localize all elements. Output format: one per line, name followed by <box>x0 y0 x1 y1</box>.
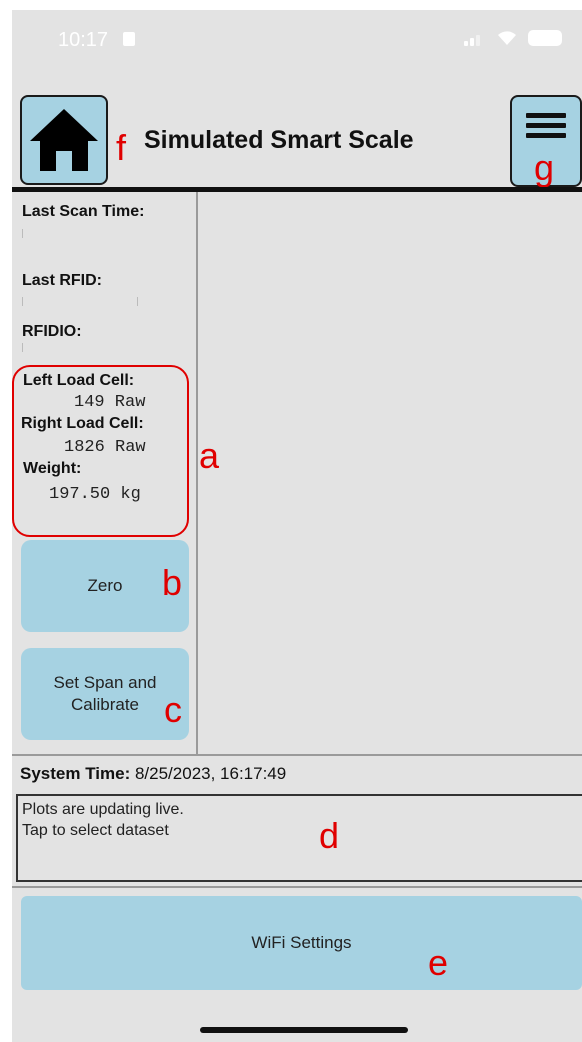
lock-icon <box>123 32 135 46</box>
wifi-settings-button[interactable]: WiFi Settings <box>21 896 582 990</box>
weight-value: 197.50 kg <box>49 485 141 504</box>
annotation-g: g <box>534 147 555 188</box>
battery-icon <box>528 30 562 46</box>
message-line: Tap to select dataset <box>22 822 169 839</box>
right-load-cell-label: Right Load Cell: <box>21 415 144 432</box>
signal-icon <box>464 32 484 46</box>
divider <box>12 754 582 756</box>
annotation-f: f <box>116 127 127 168</box>
last-rfid-label: Last RFID: <box>22 272 102 289</box>
home-icon <box>30 109 98 171</box>
status-time: 10:17 <box>58 29 109 51</box>
hamburger-menu-icon <box>526 113 566 118</box>
annotation-d: d <box>319 815 340 856</box>
home-indicator[interactable] <box>200 1027 408 1033</box>
home-button[interactable] <box>20 95 108 185</box>
message-line: Plots are updating live. <box>22 801 184 818</box>
system-time: System Time: 8/25/2023, 16:17:49 <box>20 764 287 783</box>
dataset-message-box[interactable]: Plots are updating live. Tap to select d… <box>16 794 582 882</box>
weight-label: Weight: <box>23 460 82 477</box>
divider <box>12 886 582 888</box>
right-load-cell-value: 1826 Raw <box>64 438 146 457</box>
annotation-b: b <box>162 562 183 603</box>
left-load-cell-value: 149 Raw <box>74 393 146 412</box>
plot-area[interactable] <box>198 192 582 754</box>
annotation-e: e <box>428 942 449 983</box>
annotation-c: c <box>164 689 182 730</box>
left-load-cell-label: Left Load Cell: <box>23 372 135 389</box>
app-screen: 10:17 f Simulated Smart Scale g Last Sca… <box>12 10 582 1042</box>
last-scan-time-label: Last Scan Time: <box>22 203 145 220</box>
wifi-icon <box>498 31 516 45</box>
page-title: Simulated Smart Scale <box>144 126 414 154</box>
rfidio-label: RFIDIO: <box>22 323 82 340</box>
